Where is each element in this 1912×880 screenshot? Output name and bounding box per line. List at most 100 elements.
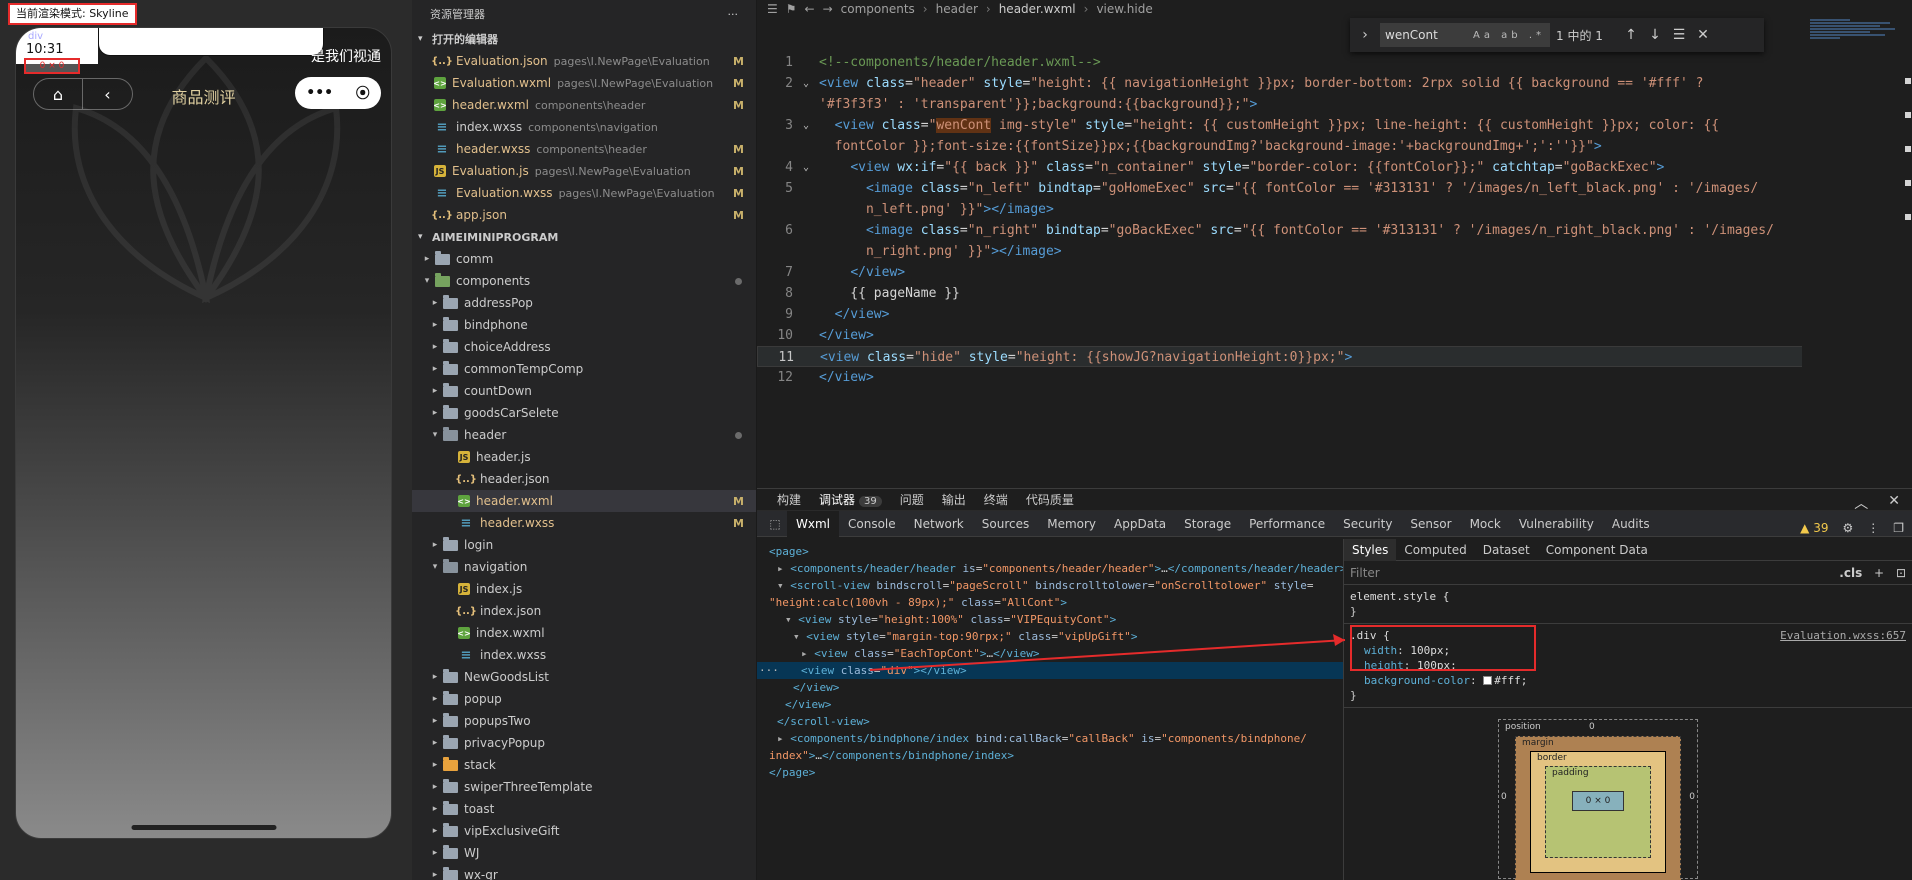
tree-folder[interactable]: ▸ swiperThreeTemplate (412, 776, 756, 798)
tree-folder[interactable]: ▸ addressPop (412, 292, 756, 314)
close-icon[interactable]: ✕ (1694, 27, 1712, 43)
tree-folder[interactable]: ▾ header (412, 424, 756, 446)
fold-chevron-icon[interactable] (803, 367, 815, 388)
more-actions-icon[interactable]: ··· (728, 8, 739, 21)
panel-tab[interactable]: Wxml (787, 510, 839, 537)
wxml-node[interactable]: ▾ <view style="margin-top:90rpx;" class=… (757, 628, 1343, 645)
fold-chevron-icon[interactable] (803, 325, 815, 346)
code-line[interactable]: 2 ⌄ <view class="header" style="height: {{… (757, 73, 1857, 94)
filter-input[interactable]: Filter (1350, 566, 1380, 580)
find-input[interactable]: wenCont Aa ab .* (1380, 23, 1550, 47)
code-line[interactable]: 8 {{ pageName }} (757, 283, 1857, 304)
cls-toggle[interactable]: .cls (1839, 566, 1862, 580)
tree-folder[interactable]: ▸ popupsTwo (412, 710, 756, 732)
fold-chevron-icon[interactable]: ⌄ (803, 115, 815, 136)
code-line[interactable]: 10 </view> (757, 325, 1857, 346)
wxml-node[interactable]: ▾ <view style="height:100%" class="VIPEq… (757, 611, 1343, 628)
fold-chevron-icon[interactable] (803, 304, 815, 325)
devtools-top-tab[interactable]: 代码质量 (1026, 491, 1074, 508)
tree-folder[interactable]: ▸ commonTempComp (412, 358, 756, 380)
styles-tab[interactable]: Dataset (1475, 539, 1538, 561)
tree-file[interactable]: ≡ header.wxss M (412, 512, 756, 534)
panel-tab[interactable]: Console (839, 511, 905, 537)
panel-tab[interactable]: Sources (973, 511, 1038, 537)
code-area[interactable]: 1 <!--components/header/header.wxml--> 2 ⌄ <… (757, 52, 1857, 388)
breadcrumb-item-header[interactable]: header (936, 2, 978, 16)
fold-chevron-icon[interactable] (803, 220, 815, 241)
fold-chevron-icon[interactable]: ⌄ (803, 73, 815, 94)
code-line[interactable]: 6 <image class="n_right" bindtap="goBack… (757, 220, 1857, 241)
wxml-node[interactable]: </page> (757, 764, 1343, 781)
wxml-node[interactable]: index">…</components/bindphone/index> (757, 747, 1343, 764)
tree-file[interactable]: {..} header.json (412, 468, 756, 490)
tree-folder[interactable]: ▸ privacyPopup (412, 732, 756, 754)
fold-chevron-icon[interactable] (804, 347, 816, 366)
code-line[interactable]: 5 <image class="n_left" bindtap="goHomeE… (757, 178, 1857, 199)
panel-tab[interactable]: Mock (1461, 511, 1510, 537)
open-editor-item[interactable]: ≡ index.wxss components\navigation (412, 116, 756, 138)
next-match-icon[interactable]: ↓ (1646, 27, 1664, 43)
panel-tab[interactable]: Audits (1603, 511, 1659, 537)
wxml-tree[interactable]: <page> ▸ <components/header/header is="co… (757, 539, 1343, 879)
fold-chevron-icon[interactable] (803, 283, 815, 304)
expand-right-icon[interactable]: ▸ (777, 732, 790, 745)
wxml-node[interactable]: <page> (757, 543, 1343, 560)
toggle-replace-icon[interactable]: › (1356, 27, 1374, 43)
prop-background-color[interactable]: background-color: #fff; (1350, 673, 1906, 688)
fold-chevron-icon[interactable] (803, 241, 815, 262)
tree-folder[interactable]: ▸ login (412, 534, 756, 556)
kebab-menu-icon[interactable]: ⋮ (1867, 521, 1879, 535)
bookmark-icon[interactable]: ☰ (767, 2, 778, 16)
devtools-top-tab[interactable]: 构建 (777, 491, 801, 508)
devtools-top-tab[interactable]: 调试器 39 (819, 491, 882, 508)
nav-back-icon[interactable]: ← (805, 2, 815, 16)
devtools-top-tab[interactable]: 输出 (942, 491, 966, 508)
find-in-selection-icon[interactable]: ☰ (1670, 27, 1688, 43)
tree-file[interactable]: {..} index.json (412, 600, 756, 622)
tree-folder[interactable]: ▾ components (412, 270, 756, 292)
wxml-node[interactable]: ··· <view class="div"></view> (757, 662, 1343, 679)
open-editor-item[interactable]: JS Evaluation.js pages\I.NewPage\Evaluatio… (412, 160, 756, 182)
tree-file[interactable]: JS index.js (412, 578, 756, 600)
tree-folder[interactable]: ▸ popup (412, 688, 756, 710)
tree-folder[interactable]: ▸ wx-gr (412, 864, 756, 880)
tree-folder[interactable]: ▸ vipExclusiveGift (412, 820, 756, 842)
wxml-node[interactable]: ▾ <scroll-view bindscroll = "pageScroll" b… (757, 577, 1343, 594)
code-line[interactable]: 12 </view> (757, 367, 1857, 388)
expand-down-icon[interactable]: ▾ (785, 613, 798, 626)
tree-folder[interactable]: ▸ comm (412, 248, 756, 270)
wxml-node[interactable]: ▸ <components/bindphone/index bind:callB… (757, 730, 1343, 747)
fold-chevron-icon[interactable] (803, 199, 815, 220)
styles-tab[interactable]: Computed (1396, 539, 1474, 561)
code-line[interactable]: 11 <view class="hide" style="height: {{sh… (757, 346, 1857, 367)
tree-folder[interactable]: ▸ toast (412, 798, 756, 820)
fold-chevron-icon[interactable] (803, 94, 815, 115)
wxml-node[interactable]: </scroll-view> (757, 713, 1343, 730)
fold-chevron-icon[interactable] (803, 262, 815, 283)
expand-down-icon[interactable]: ▾ (793, 630, 806, 643)
nav-forward-icon[interactable]: → (823, 2, 833, 16)
code-line[interactable]: 3 ⌄ <view class="wenCont img-style" style… (757, 115, 1857, 136)
expand-right-icon[interactable]: ▸ (777, 562, 790, 575)
panel-tab[interactable]: AppData (1105, 511, 1175, 537)
fold-chevron-icon[interactable]: ⌄ (803, 157, 815, 178)
pin-icon[interactable]: ⚑ (786, 2, 797, 16)
open-editors-section[interactable]: ▾ 打开的编辑器 (412, 28, 756, 50)
code-line[interactable]: n_right.png' }}"></image> (757, 241, 1857, 262)
add-rule-icon[interactable]: + (1874, 566, 1884, 580)
panel-tab[interactable]: Performance (1240, 511, 1334, 537)
devtools-top-tab[interactable]: 终端 (984, 491, 1008, 508)
collapse-icon[interactable]: ︿ (1854, 493, 1868, 513)
panel-tab[interactable]: Network (905, 511, 973, 537)
wxml-node[interactable]: ▸ <components/header/header is="componen… (757, 560, 1343, 577)
expand-down-icon[interactable]: ▾ (777, 579, 790, 592)
expand-right-icon[interactable]: ▸ (801, 647, 814, 660)
styles-tab[interactable]: Styles (1344, 538, 1397, 561)
open-editor-item[interactable]: ≡ Evaluation.wxss pages\I.NewPage\Evaluati… (412, 182, 756, 204)
open-editor-item[interactable]: <> Evaluation.wxml pages\I.NewPage\Evaluat… (412, 72, 756, 94)
tree-folder[interactable]: ▸ goodsCarSelete (412, 402, 756, 424)
open-editor-item[interactable]: <> header.wxml components\header M (412, 94, 756, 116)
element-style-rule[interactable]: element.style { } (1344, 585, 1912, 624)
wxml-node[interactable]: ▸ <view class="EachTopCont">…</view> (757, 645, 1343, 662)
panel-tab[interactable]: Security (1334, 511, 1401, 537)
